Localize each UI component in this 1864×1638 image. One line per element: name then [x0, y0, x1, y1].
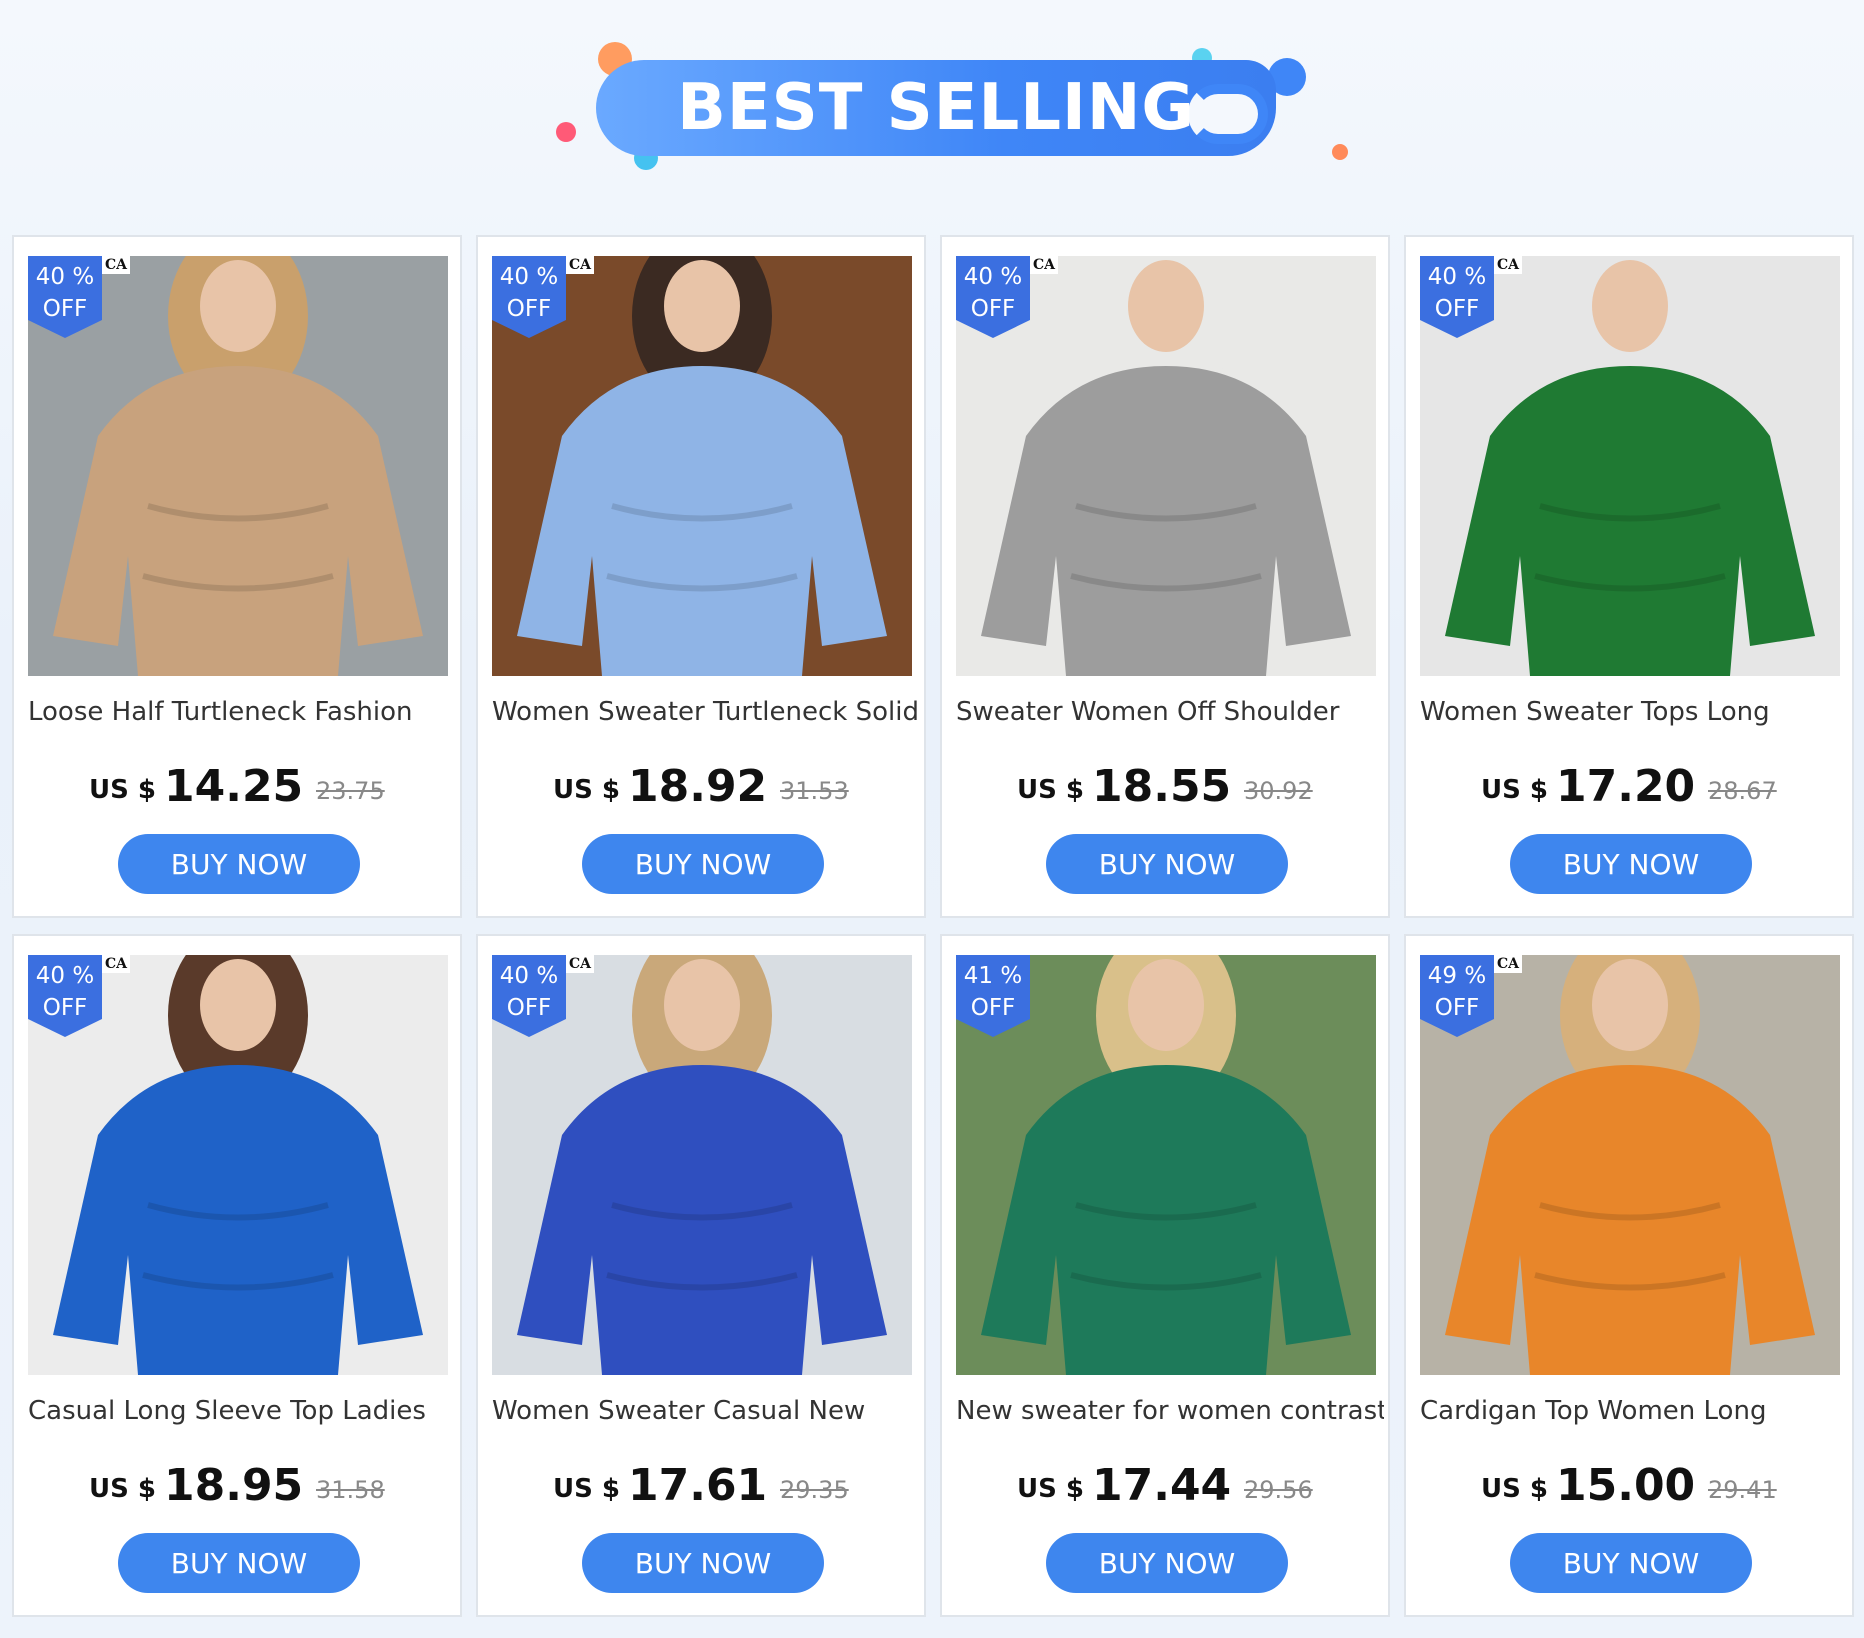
price-row: US $ 18.92 31.53 — [478, 757, 928, 817]
discount-percent: 40 % — [1427, 264, 1487, 290]
brand-mark: CA — [566, 256, 594, 274]
discount-badge: 40 % OFF — [492, 256, 566, 338]
discount-off-label: OFF — [970, 296, 1016, 322]
discount-badge: 40 % OFF — [28, 256, 102, 338]
price-row: US $ 18.55 30.92 — [942, 757, 1392, 817]
buy-now-button[interactable]: BUY NOW — [582, 834, 824, 894]
discount-badge: 40 % OFF — [492, 955, 566, 1037]
price-row: US $ 14.25 23.75 — [14, 757, 464, 817]
currency-label: US $ — [1017, 1474, 1084, 1504]
price-row: US $ 18.95 31.58 — [14, 1456, 464, 1516]
discount-percent: 40 % — [35, 264, 95, 290]
buy-now-button[interactable]: BUY NOW — [1046, 1533, 1288, 1593]
original-price: 29.56 — [1244, 1476, 1313, 1504]
discount-off-label: OFF — [506, 995, 552, 1021]
buy-now-button[interactable]: BUY NOW — [1510, 1533, 1752, 1593]
product-title[interactable]: Women Sweater Casual New — [492, 1396, 920, 1426]
original-price: 31.53 — [780, 777, 849, 805]
discount-off-label: OFF — [970, 995, 1016, 1021]
brand-mark: CA — [102, 256, 130, 274]
product-card[interactable]: 40 % OFF CA Women Sweater Tops Long US $… — [1404, 235, 1854, 918]
discount-percent: 49 % — [1427, 963, 1487, 989]
header-banner: BEST SELLING — [0, 0, 1864, 220]
currency-label: US $ — [553, 1474, 620, 1504]
sale-price: 15.00 — [1556, 1460, 1696, 1511]
buy-now-button[interactable]: BUY NOW — [1510, 834, 1752, 894]
original-price: 29.41 — [1708, 1476, 1777, 1504]
decor-dot — [1332, 144, 1348, 160]
product-title[interactable]: New sweater for women contrast — [956, 1396, 1384, 1426]
brand-mark: CA — [102, 955, 130, 973]
brand-mark: CA — [1030, 256, 1058, 274]
currency-label: US $ — [1017, 775, 1084, 805]
original-price: 31.58 — [316, 1476, 385, 1504]
product-card[interactable]: 40 % OFF CA Sweater Women Off Shoulder U… — [940, 235, 1390, 918]
discount-off-label: OFF — [42, 995, 88, 1021]
sale-price: 17.44 — [1092, 1460, 1232, 1511]
discount-badge: 40 % OFF — [956, 256, 1030, 338]
sale-price: 18.55 — [1092, 761, 1232, 812]
page-title: BEST SELLING — [677, 71, 1195, 145]
sale-price: 18.92 — [628, 761, 768, 812]
price-row: US $ 17.61 29.35 — [478, 1456, 928, 1516]
original-price: 28.67 — [1708, 777, 1777, 805]
product-grid: 40 % OFF CA Loose Half Turtleneck Fashio… — [12, 235, 1856, 1617]
product-title[interactable]: Cardigan Top Women Long — [1420, 1396, 1848, 1426]
product-title[interactable]: Loose Half Turtleneck Fashion — [28, 697, 456, 727]
brand-mark: CA — [1494, 955, 1522, 973]
currency-label: US $ — [1481, 1474, 1548, 1504]
discount-percent: 40 % — [963, 264, 1023, 290]
brand-mark: CA — [566, 955, 594, 973]
product-title[interactable]: Casual Long Sleeve Top Ladies — [28, 1396, 456, 1426]
buy-now-button[interactable]: BUY NOW — [582, 1533, 824, 1593]
product-card[interactable]: 40 % OFF CA Women Sweater Turtleneck Sol… — [476, 235, 926, 918]
currency-label: US $ — [89, 775, 156, 805]
discount-off-label: OFF — [1434, 995, 1480, 1021]
sale-price: 14.25 — [164, 761, 304, 812]
discount-percent: 41 % — [963, 963, 1023, 989]
discount-badge: 40 % OFF — [1420, 256, 1494, 338]
discount-badge: 40 % OFF — [28, 955, 102, 1037]
discount-off-label: OFF — [42, 296, 88, 322]
original-price: 23.75 — [316, 777, 385, 805]
discount-badge: 41 % OFF — [956, 955, 1030, 1037]
currency-label: US $ — [553, 775, 620, 805]
sale-price: 17.20 — [1556, 761, 1696, 812]
sale-price: 18.95 — [164, 1460, 304, 1511]
product-card[interactable]: 40 % OFF CA Casual Long Sleeve Top Ladie… — [12, 934, 462, 1617]
currency-label: US $ — [1481, 775, 1548, 805]
product-card[interactable]: 49 % OFF CA Cardigan Top Women Long US $… — [1404, 934, 1854, 1617]
original-price: 30.92 — [1244, 777, 1313, 805]
original-price: 29.35 — [780, 1476, 849, 1504]
brand-mark: CA — [1494, 256, 1522, 274]
product-card[interactable]: 40 % OFF CA Women Sweater Casual New US … — [476, 934, 926, 1617]
discount-percent: 40 % — [499, 963, 559, 989]
product-card[interactable]: 41 % OFF New sweater for women contrast … — [940, 934, 1390, 1617]
product-title[interactable]: Women Sweater Turtleneck Solid — [492, 697, 920, 727]
price-row: US $ 17.20 28.67 — [1406, 757, 1856, 817]
currency-label: US $ — [89, 1474, 156, 1504]
price-row: US $ 15.00 29.41 — [1406, 1456, 1856, 1516]
discount-off-label: OFF — [506, 296, 552, 322]
discount-percent: 40 % — [35, 963, 95, 989]
sale-price: 17.61 — [628, 1460, 768, 1511]
product-title[interactable]: Women Sweater Tops Long — [1420, 697, 1848, 727]
buy-now-button[interactable]: BUY NOW — [118, 834, 360, 894]
discount-off-label: OFF — [1434, 296, 1480, 322]
product-card[interactable]: 40 % OFF CA Loose Half Turtleneck Fashio… — [12, 235, 462, 918]
product-title[interactable]: Sweater Women Off Shoulder — [956, 697, 1384, 727]
buy-now-button[interactable]: BUY NOW — [118, 1533, 360, 1593]
price-row: US $ 17.44 29.56 — [942, 1456, 1392, 1516]
discount-percent: 40 % — [499, 264, 559, 290]
decor-dot — [556, 122, 576, 142]
discount-badge: 49 % OFF — [1420, 955, 1494, 1037]
buy-now-button[interactable]: BUY NOW — [1046, 834, 1288, 894]
